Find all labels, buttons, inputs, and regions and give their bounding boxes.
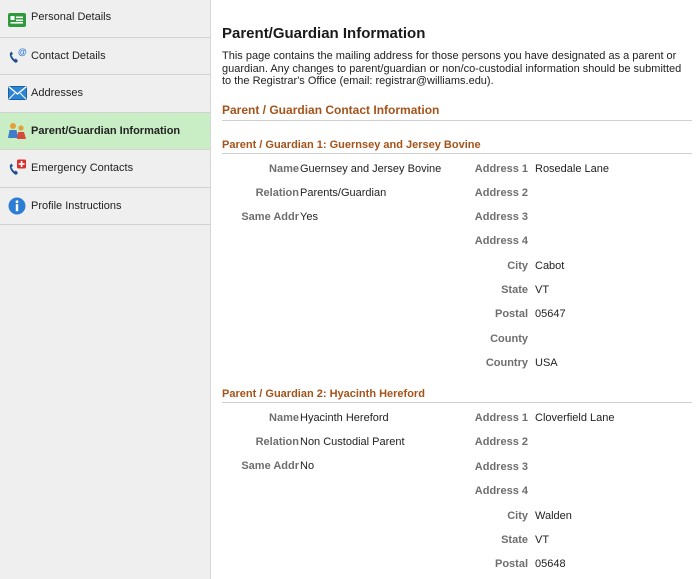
phone-plus-icon [7,159,27,177]
guardian-1-country: USA [535,357,558,369]
guardian-2-name: Hyacinth Hereford [300,412,389,424]
state-label: State [501,534,528,546]
page-title: Parent/Guardian Information [222,25,426,42]
envelope-icon [7,84,27,102]
county-label: County [490,333,528,345]
guardian-1-same-addr: Yes [300,211,318,223]
state-label: State [501,284,528,296]
guardian-1-city: Cabot [535,260,565,272]
sidebar-item-label: Parent/Guardian Information [31,124,181,137]
guardian-1-postal: 05647 [535,308,566,320]
sidebar-item-addresses[interactable]: Addresses [0,75,210,113]
city-label: City [507,260,528,272]
guardian-1-heading: Parent / Guardian 1: Guernsey and Jersey… [222,139,692,154]
phone-at-icon: @ [7,47,27,65]
same-addr-label: Same Addr [241,211,299,223]
postal-label: Postal [494,558,528,570]
sidebar-item-contact-details[interactable]: @ Contact Details [0,38,210,75]
sidebar-item-label: Emergency Contacts [31,162,134,175]
name-label: Name [269,163,299,175]
guardian-1-address1: Rosedale Lane [535,163,610,175]
sidebar-item-label: Profile Instructions [31,199,122,212]
people-icon [7,122,27,140]
same-addr-label: Same Addr [241,460,299,472]
guardian-1-state: VT [535,284,550,296]
city-label: City [507,510,528,522]
intro-text: This page contains the mailing address f… [222,50,682,87]
sidebar-nav: Personal Details @ Contact Details Addre… [0,0,211,579]
guardian-2-state: VT [535,534,550,546]
guardian-1-name: Guernsey and Jersey Bovine [300,163,442,175]
svg-text:@: @ [18,47,27,57]
id-card-icon [7,11,27,29]
address2-label: Address 2 [474,436,528,448]
guardian-1-relation: Parents/Guardian [300,187,387,199]
address4-label: Address 4 [474,235,528,247]
address4-label: Address 4 [474,485,528,497]
guardian-2-heading: Parent / Guardian 2: Hyacinth Hereford [222,388,692,403]
sidebar-item-label: Addresses [31,87,83,100]
guardian-2-postal: 05648 [535,558,566,570]
postal-label: Postal [494,308,528,320]
sidebar-item-profile-instructions[interactable]: Profile Instructions [0,188,210,225]
sidebar-item-label: Contact Details [31,49,106,62]
info-icon [7,197,27,215]
section-heading: Parent / Guardian Contact Information [222,103,692,121]
sidebar-item-label: Personal Details [31,11,112,23]
sidebar-item-emergency-contacts[interactable]: Emergency Contacts [0,150,210,188]
guardian-2-same-addr: No [300,460,315,472]
relation-label: Relation [255,187,299,199]
address3-label: Address 3 [474,461,528,473]
sidebar-item-personal-details[interactable]: Personal Details [0,0,210,38]
guardian-2-city: Walden [535,510,572,522]
relation-label: Relation [255,436,299,448]
name-label: Name [269,412,299,424]
address1-label: Address 1 [474,412,528,424]
country-label: Country [485,357,528,369]
guardian-2-address1: Cloverfield Lane [535,412,615,424]
address2-label: Address 2 [474,187,528,199]
address1-label: Address 1 [474,163,528,175]
address3-label: Address 3 [474,211,528,223]
sidebar-item-parent-guardian[interactable]: Parent/Guardian Information [0,112,210,150]
guardian-2-relation: Non Custodial Parent [300,436,405,448]
